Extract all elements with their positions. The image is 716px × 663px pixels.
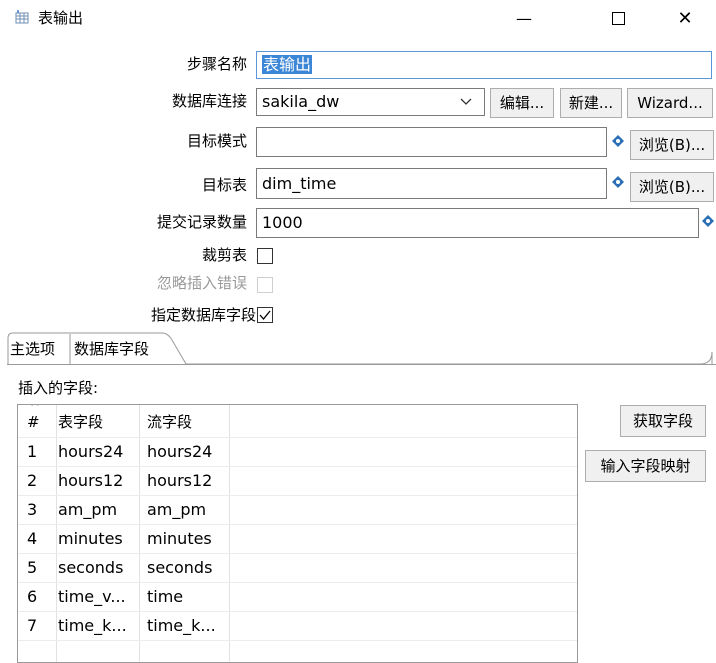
row-number: 1 [27, 442, 38, 461]
table-field-cell[interactable]: seconds [58, 553, 138, 582]
commit-size-label: 提交记录数量 [156, 213, 247, 231]
title-bar: 表输出 — ✕ [0, 0, 716, 36]
browse-schema-button[interactable]: 浏览(B)... [630, 130, 714, 160]
table-label: 目标表 [201, 176, 247, 194]
fields-table[interactable]: ^ # 表字段 流字段 1 hours24 hours24 2 hours12 … [17, 404, 578, 663]
get-fields-button[interactable]: 获取字段 [620, 405, 706, 437]
wizard-button[interactable]: Wizard... [627, 88, 713, 118]
maximize-button[interactable] [595, 0, 641, 36]
close-icon: ✕ [677, 7, 693, 29]
row-number: 2 [27, 471, 38, 490]
truncate-checkbox[interactable] [257, 248, 273, 264]
table-field-cell[interactable]: hours24 [58, 437, 138, 466]
check-icon [259, 310, 271, 321]
step-name-label: 步骤名称 [186, 55, 247, 73]
browse-table-button[interactable]: 浏览(B)... [630, 172, 714, 202]
table-input[interactable]: dim_time [256, 168, 607, 199]
row-number: 7 [27, 616, 38, 635]
row-number: 6 [27, 587, 38, 606]
row-number: 4 [27, 529, 38, 548]
step-name-input[interactable]: 表输出 [256, 51, 712, 79]
tab-database-fields[interactable]: 数据库字段 [74, 338, 149, 360]
column-header-stream-field[interactable]: 流字段 [147, 408, 192, 437]
maximize-icon [611, 11, 625, 25]
commit-size-input[interactable]: 1000 [256, 208, 699, 238]
specify-fields-label: 指定数据库字段 [150, 306, 256, 324]
stream-field-cell[interactable]: am_pm [147, 495, 229, 524]
variable-diamond-icon [612, 176, 624, 188]
stream-field-cell[interactable]: minutes [147, 524, 229, 553]
edit-connection-button[interactable]: 编辑... [490, 88, 554, 118]
stream-field-cell[interactable]: time_k... [147, 611, 229, 640]
close-button[interactable]: ✕ [662, 0, 708, 36]
minimize-button[interactable]: — [501, 0, 547, 36]
connection-select[interactable]: sakila_dw [256, 88, 485, 116]
inserted-fields-title: 插入的字段: [18, 379, 99, 397]
tab-main-options[interactable]: 主选项 [10, 338, 55, 360]
specify-fields-checkbox[interactable] [257, 307, 273, 323]
table-field-cell[interactable]: time_k... [58, 611, 138, 640]
table-field-cell[interactable]: hours12 [58, 466, 138, 495]
new-connection-button[interactable]: 新建... [560, 88, 622, 118]
schema-label: 目标模式 [186, 132, 247, 150]
connection-label: 数据库连接 [171, 92, 247, 110]
variable-diamond-icon [612, 135, 624, 147]
map-fields-button[interactable]: 输入字段映射 [585, 450, 706, 482]
column-header-table-field[interactable]: 表字段 [58, 408, 103, 437]
row-number: 5 [27, 558, 38, 577]
minimize-icon: — [516, 8, 532, 28]
stream-field-cell[interactable]: time [147, 582, 229, 611]
column-header-number[interactable]: # [27, 408, 40, 437]
stream-field-cell[interactable]: hours24 [147, 437, 229, 466]
ignore-errors-checkbox[interactable] [257, 277, 273, 293]
row-number: 3 [27, 500, 38, 519]
table-output-icon [15, 10, 29, 24]
window-title: 表输出 [38, 9, 84, 27]
chevron-down-icon [460, 98, 472, 105]
schema-input[interactable] [256, 127, 607, 157]
table-field-cell[interactable]: am_pm [58, 495, 138, 524]
connection-value: sakila_dw [262, 92, 340, 111]
step-name-value: 表输出 [262, 55, 313, 74]
variable-diamond-icon [702, 215, 714, 227]
stream-field-cell[interactable]: hours12 [147, 466, 229, 495]
table-field-cell[interactable]: time_v... [58, 582, 138, 611]
stream-field-cell[interactable]: seconds [147, 553, 229, 582]
truncate-label: 裁剪表 [201, 246, 247, 264]
ignore-errors-label: 忽略插入错误 [156, 274, 247, 292]
table-field-cell[interactable]: minutes [58, 524, 138, 553]
